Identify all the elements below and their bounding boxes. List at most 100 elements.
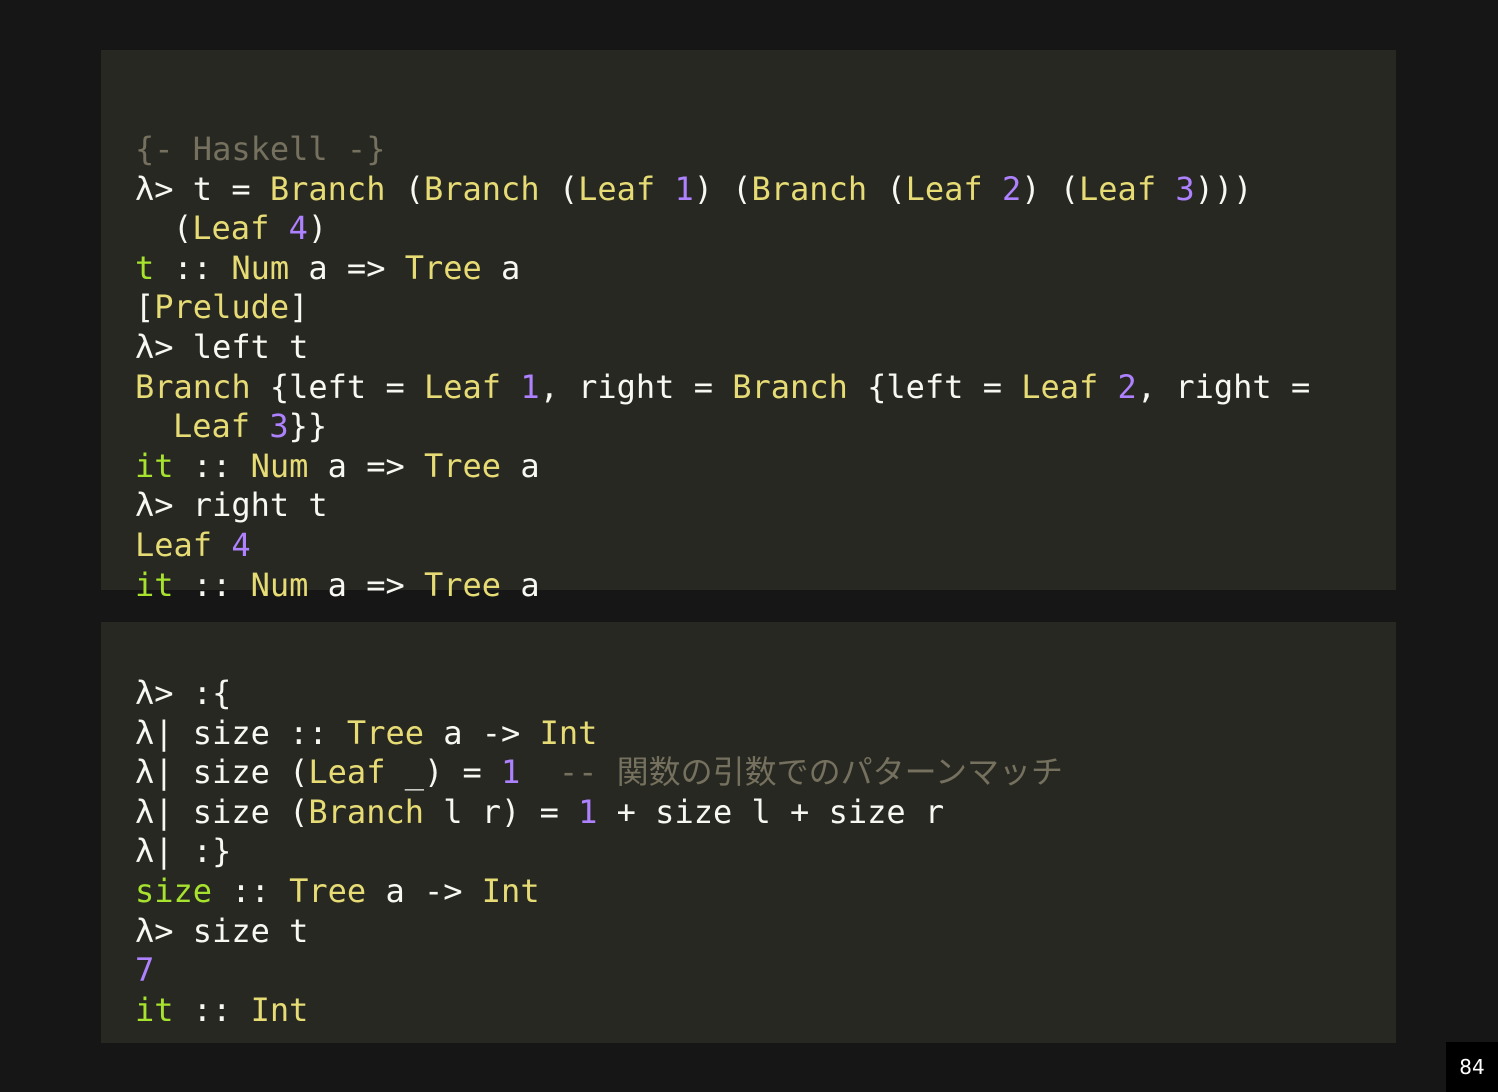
code-token: λ> t =: [135, 169, 270, 208]
code-token: a: [481, 248, 521, 287]
code-token: 1: [520, 367, 540, 406]
code-token: Branch: [751, 169, 868, 208]
code-token: (: [539, 169, 579, 208]
code-token: [: [135, 288, 155, 327]
code-token: l r) =: [423, 792, 579, 831]
code-block-ghci-size: λ> :{λ| size :: Tree a -> Int λ| size (Le…: [101, 622, 1396, 1043]
code-token: a ->: [423, 713, 540, 752]
code-token: }}: [288, 407, 328, 446]
code-token: λ| :}: [135, 832, 232, 871]
code-token: Num: [250, 446, 309, 485]
code-token: a: [501, 446, 540, 485]
code-token: Leaf: [423, 367, 502, 406]
code-token: ): [307, 209, 328, 248]
code-token: t: [135, 248, 155, 287]
code-token: Int: [539, 713, 598, 752]
code-token: Prelude: [154, 288, 290, 327]
code-token: 3: [269, 407, 289, 446]
code-token: {left =: [847, 367, 1022, 406]
code-line: λ> right t: [135, 486, 1376, 526]
code-comment: -- 関数の引数でのパターンマッチ: [558, 753, 1064, 792]
code-token: ::: [173, 446, 251, 485]
code-token: {left =: [250, 367, 424, 406]
code-token: ) (: [693, 169, 752, 208]
code-token: 4: [288, 209, 308, 248]
code-token: Num: [250, 565, 309, 604]
code-token: Branch: [135, 367, 251, 406]
code-token: 4: [231, 525, 251, 564]
code-token: _) =: [385, 753, 502, 792]
code-line: λ| size (Branch l r) = 1 + size l + size…: [135, 793, 1376, 833]
code-token: 1: [578, 792, 598, 831]
code-token: Leaf: [905, 169, 983, 208]
code-line: (Leaf 4): [135, 209, 1376, 249]
code-token: ))): [1194, 169, 1253, 208]
code-token: Leaf: [1079, 169, 1157, 208]
code-line: it :: Num a => Tree a: [135, 566, 1376, 606]
code-token: Tree: [346, 713, 424, 752]
code-token: Leaf: [173, 407, 251, 446]
code-token: Leaf: [192, 209, 270, 248]
code-token: Num: [231, 248, 290, 287]
code-token: Tree: [289, 871, 367, 910]
code-token: λ> :{: [135, 674, 232, 712]
code-line: it :: Num a => Tree a: [135, 447, 1376, 487]
code-line: size :: Tree a -> Int: [135, 872, 1376, 912]
page-number: 84: [1446, 1042, 1498, 1092]
code-line: λ> :{: [135, 674, 1376, 714]
code-token: Branch: [308, 792, 424, 831]
code-line: λ| size :: Tree a -> Int: [135, 714, 1376, 754]
code-token: Int: [481, 871, 540, 910]
code-token: (: [173, 209, 193, 248]
code-token: Branch: [423, 169, 540, 208]
code-token: λ> size t: [135, 911, 309, 950]
code-line: t :: Num a => Tree a: [135, 249, 1376, 289]
code-line: Leaf 3}}: [135, 407, 1376, 447]
code-block-ghci-tree: {- Haskell -} λ> t = Branch (Branch (Leaf…: [101, 50, 1396, 604]
code-token: 1: [674, 169, 694, 208]
code-token: ::: [173, 565, 251, 604]
code-token: a =>: [308, 446, 424, 485]
code-token: 2: [1117, 367, 1137, 406]
code-token: Tree: [404, 248, 482, 287]
code-token: 7: [135, 951, 155, 990]
code-token: a: [501, 565, 540, 604]
code-line: Branch {left = Leaf 1, right = Branch {l…: [135, 368, 1376, 408]
code-line: λ| :}: [135, 832, 1376, 872]
code-token: it: [135, 565, 174, 604]
code-line: λ> left t: [135, 328, 1376, 368]
code-token: ]: [289, 288, 309, 327]
code-token: λ> left t: [135, 327, 309, 366]
code-token: it: [135, 990, 174, 1029]
code-token: a ->: [366, 871, 482, 910]
code-token: Tree: [423, 565, 502, 604]
code-line: {- Haskell -}: [135, 130, 1376, 170]
code-line: it :: Int: [135, 991, 1376, 1031]
code-token: 2: [1001, 169, 1022, 208]
code-token: λ| size (: [135, 753, 309, 792]
code-line: [Prelude]: [135, 288, 1376, 328]
code-comment: {- Haskell -}: [135, 130, 386, 168]
code-token: , right =: [539, 367, 733, 406]
code-token: ::: [173, 990, 251, 1029]
code-token: Leaf: [578, 169, 656, 208]
code-token: 3: [1175, 169, 1195, 208]
code-token: a =>: [289, 248, 405, 287]
code-token: Leaf: [1021, 367, 1099, 406]
code-token: Tree: [423, 446, 502, 485]
code-token: ::: [212, 871, 290, 910]
code-line: 7: [135, 951, 1376, 991]
code-token: Int: [250, 990, 309, 1029]
code-line: λ> size t: [135, 912, 1376, 952]
code-token: + size l + size r: [597, 792, 945, 831]
code-token: λ| size ::: [135, 713, 347, 752]
code-token: Leaf: [308, 753, 386, 792]
code-token: ) (: [1021, 169, 1080, 208]
code-token: ::: [154, 248, 232, 287]
